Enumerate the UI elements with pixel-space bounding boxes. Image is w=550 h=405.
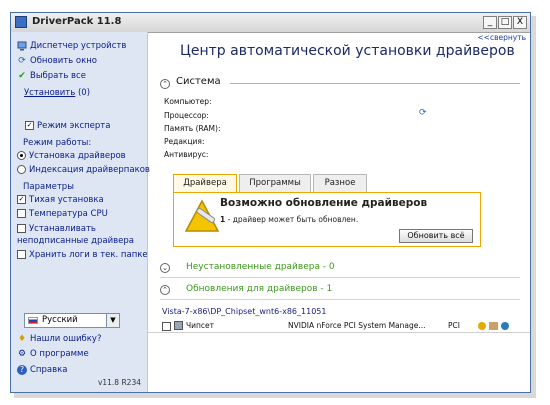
install-count: (0) bbox=[77, 88, 91, 98]
refresh-window-label: Обновить окно bbox=[30, 56, 97, 66]
maximize-button[interactable]: □ bbox=[498, 16, 512, 29]
sidebar-item-about[interactable]: ⚙ О программе bbox=[17, 348, 89, 360]
app-icon bbox=[15, 16, 27, 28]
page-title: Центр автоматической установки драйверов bbox=[180, 43, 515, 59]
main-panel: <<свернуть Центр автоматической установк… bbox=[148, 32, 530, 392]
install-link[interactable]: Установить bbox=[24, 88, 75, 98]
keep-logs-label: Хранить логи в тек. папке bbox=[29, 250, 148, 260]
mode-install-radio[interactable]: Установка драйверов bbox=[17, 150, 126, 162]
sidebar-item-install[interactable]: Установить (0) bbox=[24, 87, 90, 99]
params-label: Параметры bbox=[23, 182, 74, 192]
collapse-link[interactable]: <<свернуть bbox=[477, 33, 526, 42]
tab-misc[interactable]: Разное bbox=[313, 174, 367, 192]
sidebar-item-help[interactable]: ? Справка bbox=[17, 364, 67, 376]
mode-install-radio-dot[interactable] bbox=[17, 151, 26, 160]
silent-install-label: Тихая установка bbox=[29, 195, 104, 205]
mode-install-label: Установка драйверов bbox=[29, 151, 126, 161]
driver-category: Чипсет bbox=[186, 321, 215, 330]
status-info-icon[interactable] bbox=[478, 322, 486, 330]
russian-flag-icon bbox=[28, 317, 38, 324]
expert-mode-check[interactable]: ✓ bbox=[25, 121, 34, 130]
system-section-title: Система bbox=[176, 76, 221, 87]
collapse-arrow-icon[interactable]: ⌃ bbox=[160, 79, 170, 89]
select-all-label: Выбрать все bbox=[30, 71, 86, 81]
expand-arrow-icon[interactable]: ⌄ bbox=[160, 263, 170, 273]
mode-index-radio[interactable]: Индексация драйверпаков bbox=[17, 164, 150, 176]
globe-icon[interactable] bbox=[501, 322, 509, 330]
work-mode-label: Режим работы: bbox=[23, 138, 92, 148]
title-bar[interactable]: DriverPack 11.8 _ □ X bbox=[11, 13, 530, 33]
close-button[interactable]: X bbox=[513, 16, 527, 29]
section-divider bbox=[160, 277, 520, 278]
collapse-arrow-icon[interactable]: ⌃ bbox=[160, 285, 170, 295]
unsigned-drivers-checkbox[interactable]: Устанавливать bbox=[17, 223, 96, 235]
mode-index-label: Индексация драйверпаков bbox=[29, 165, 150, 175]
sidebar-item-found-error[interactable]: ♦ Нашли ошибку? bbox=[17, 333, 102, 345]
unsigned-drivers-label-2: неподписанные драйвера bbox=[17, 236, 134, 246]
processor-label: Процессор: bbox=[164, 111, 209, 120]
memory-label: Память (RAM): bbox=[164, 124, 221, 133]
version-text: v11.8 R234 bbox=[97, 378, 141, 387]
driver-pack-path: Vista-7-x86\DP_Chipset_wnt6-x86_11051 bbox=[162, 307, 327, 316]
updates-section-title[interactable]: Обновления для драйверов - 1 bbox=[186, 284, 332, 294]
section-divider bbox=[160, 299, 520, 300]
tab-drivers[interactable]: Драйвера bbox=[173, 174, 237, 193]
driver-checkbox[interactable] bbox=[162, 320, 174, 332]
folder-icon[interactable] bbox=[489, 322, 498, 330]
silent-install-checkbox[interactable]: ✓ Тихая установка bbox=[17, 194, 104, 206]
refresh-icon: ⟳ bbox=[18, 55, 26, 66]
table-row[interactable]: Чипсет NVIDIA nForce PCI System Manage..… bbox=[162, 320, 522, 332]
cpu-temp-checkbox[interactable]: Температура CPU bbox=[17, 208, 108, 220]
antivirus-label: Антивирус: bbox=[164, 150, 209, 159]
cpu-temp-check[interactable] bbox=[17, 209, 26, 218]
window-title: DriverPack 11.8 bbox=[32, 16, 122, 27]
keep-logs-checkbox[interactable]: Хранить логи в тек. папке bbox=[17, 249, 148, 261]
checkmark-icon: ✔ bbox=[18, 70, 26, 81]
unsigned-drivers-check[interactable] bbox=[17, 224, 26, 233]
keep-logs-check[interactable] bbox=[17, 250, 26, 259]
lightbulb-icon: ♦ bbox=[17, 333, 27, 344]
section-divider bbox=[230, 83, 520, 84]
driver-device-name: NVIDIA nForce PCI System Manage... bbox=[288, 321, 426, 330]
drivers-tab-panel: Возможно обновление драйверов 1 - драйве… bbox=[173, 192, 481, 247]
update-available-title: Возможно обновление драйверов bbox=[220, 197, 428, 209]
update-available-subtitle: 1 - драйвер может быть обновлен. bbox=[220, 215, 358, 224]
tab-programs[interactable]: Программы bbox=[239, 174, 311, 192]
language-select[interactable]: Русский ▼ bbox=[24, 313, 120, 328]
cpu-temp-label: Температура CPU bbox=[29, 209, 108, 219]
about-label: О программе bbox=[30, 349, 89, 359]
driver-bus: PCI bbox=[448, 321, 460, 330]
help-icon: ? bbox=[17, 364, 27, 375]
found-error-label: Нашли ошибку? bbox=[30, 334, 102, 344]
driver-check[interactable] bbox=[162, 321, 171, 331]
mode-index-radio-dot[interactable] bbox=[17, 165, 26, 174]
computer-label: Компьютер: bbox=[164, 97, 212, 106]
device-manager-label: Диспетчер устройств bbox=[30, 41, 127, 51]
help-label: Справка bbox=[30, 365, 68, 375]
unsigned-drivers-label-1: Устанавливать bbox=[29, 224, 96, 234]
sidebar-item-select-all[interactable]: ✔ Выбрать все bbox=[17, 70, 86, 82]
silent-install-check[interactable]: ✓ bbox=[17, 195, 26, 204]
chevron-down-icon[interactable]: ▼ bbox=[106, 314, 119, 327]
gear-icon: ⚙ bbox=[17, 348, 27, 359]
edition-label: Редакция: bbox=[164, 137, 205, 146]
expert-mode-label: Режим эксперта bbox=[37, 121, 111, 131]
refresh-system-icon[interactable]: ⟳ bbox=[419, 108, 427, 118]
sidebar-item-device-manager[interactable]: Диспетчер устройств bbox=[17, 40, 126, 52]
minimize-button[interactable]: _ bbox=[483, 16, 497, 29]
warning-icon bbox=[184, 199, 220, 232]
computer-icon bbox=[17, 41, 27, 51]
update-all-button[interactable]: Обновить всё bbox=[399, 229, 473, 243]
update-subtitle-text: - драйвер может быть обновлен. bbox=[225, 215, 359, 224]
expert-mode-checkbox[interactable]: ✓ Режим эксперта bbox=[25, 120, 110, 132]
language-value: Русский bbox=[42, 315, 78, 325]
app-window: DriverPack 11.8 _ □ X Диспетчер устройст… bbox=[10, 12, 531, 393]
row-divider bbox=[148, 332, 530, 333]
sidebar-item-refresh[interactable]: ⟳ Обновить окно bbox=[17, 55, 97, 67]
not-installed-section-title[interactable]: Неустановленные драйвера - 0 bbox=[186, 262, 335, 272]
chip-icon bbox=[174, 321, 183, 330]
sidebar: Диспетчер устройств ⟳ Обновить окно ✔ Выбр… bbox=[11, 32, 150, 392]
